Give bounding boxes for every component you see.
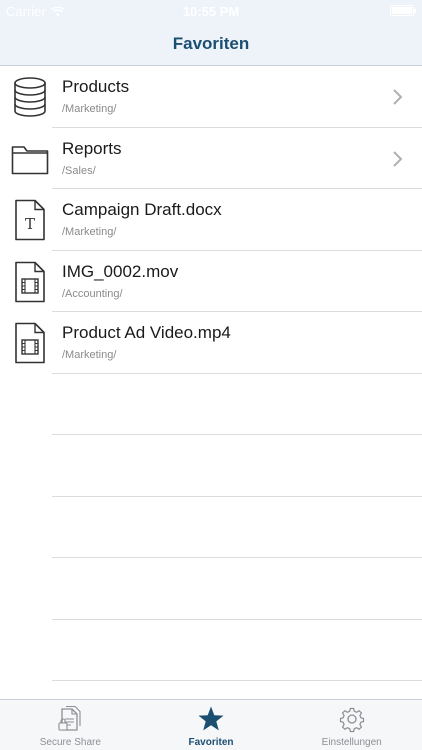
item-path: /Accounting/ — [62, 287, 123, 300]
empty-row — [0, 620, 422, 681]
empty-row — [0, 558, 422, 620]
item-path: /Marketing/ — [62, 103, 117, 115]
status-time: 10:55 PM — [182, 4, 240, 19]
star-icon — [198, 706, 224, 731]
tab-bar: Secure Share Favoriten Einstellungen — [0, 699, 422, 750]
gear-icon — [339, 707, 364, 733]
folder-icon — [10, 138, 50, 180]
empty-row — [0, 435, 422, 497]
chevron-right-icon — [393, 89, 403, 105]
text-document-icon: T — [10, 199, 50, 241]
item-path: /Marketing/ — [62, 349, 117, 361]
list-item[interactable]: IMG_0002.mov /Accounting/ — [0, 251, 422, 312]
status-bar: Carrier 10:55 PM — [0, 0, 422, 22]
tab-label: Favoriten — [188, 737, 234, 748]
row-separator — [52, 680, 422, 681]
empty-row — [0, 497, 422, 558]
svg-text:T: T — [25, 215, 35, 233]
item-title: Reports — [62, 138, 122, 158]
item-title: Products — [62, 77, 130, 96]
video-file-icon — [10, 322, 50, 364]
item-title: Product Ad Video.mp4 — [62, 323, 231, 342]
list-item[interactable]: T Campaign Draft.docx /Marketing/ — [0, 189, 422, 251]
tab-label: Secure Share — [39, 737, 101, 748]
chevron-right-icon — [393, 150, 403, 167]
tab-label: Einstellungen — [321, 737, 382, 748]
tab-favoriten[interactable]: Favoriten — [141, 700, 282, 750]
navigation-bar: Favoriten — [0, 22, 422, 66]
tab-einstellungen[interactable]: Einstellungen — [281, 700, 422, 750]
item-path: /Sales/ — [62, 164, 96, 177]
item-title: Campaign Draft.docx — [62, 200, 222, 219]
item-path: /Marketing/ — [62, 226, 117, 238]
item-title: IMG_0002.mov — [62, 261, 179, 281]
favorites-list: Products /Marketing/ Reports /Sales/ T C… — [0, 66, 422, 699]
tab-secure-share[interactable]: Secure Share — [0, 700, 141, 750]
video-file-icon — [10, 261, 50, 303]
secure-share-icon — [58, 705, 81, 731]
empty-row — [0, 374, 422, 435]
database-icon — [10, 76, 50, 118]
page-title: Favoriten — [172, 33, 250, 53]
list-item[interactable]: Reports /Sales/ — [0, 128, 422, 189]
list-item[interactable]: Product Ad Video.mp4 /Marketing/ — [0, 312, 422, 374]
battery-icon — [390, 5, 416, 16]
list-item[interactable]: Products /Marketing/ — [0, 66, 422, 128]
